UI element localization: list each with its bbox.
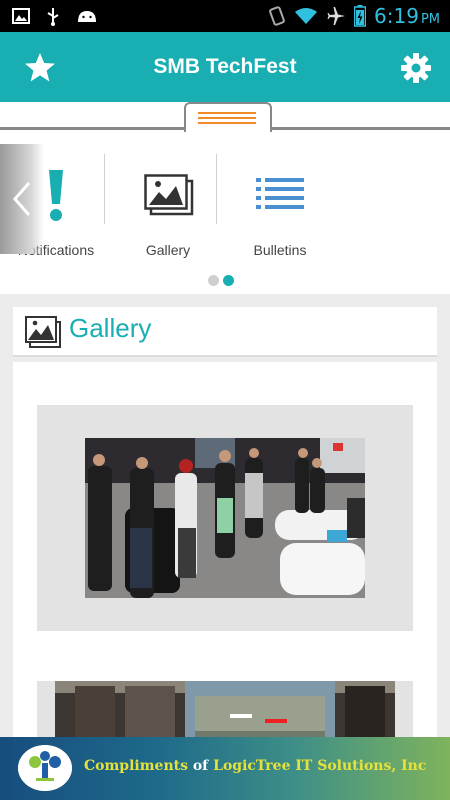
app-bar: SMB TechFest (0, 32, 450, 102)
chevron-left-icon (13, 182, 31, 216)
sponsor-text-compliments: Compliments (84, 758, 188, 774)
clock: 6:19 PM (374, 4, 440, 28)
gallery-photo[interactable] (55, 681, 395, 740)
sponsor-banner[interactable]: Compliments of LogicTree IT Solutions, I… (0, 737, 450, 800)
carousel-prev-button[interactable] (0, 144, 44, 254)
exclamation-icon (49, 170, 63, 221)
image-icon (12, 8, 30, 24)
star-icon[interactable] (24, 52, 56, 84)
clock-time: 6:19 (374, 4, 419, 28)
event-photo (85, 438, 365, 598)
page-indicator (208, 275, 234, 286)
drawer-handle[interactable] (184, 102, 272, 132)
list-icon (256, 178, 304, 209)
carousel-item-bulletins[interactable]: Bulletins (224, 132, 336, 272)
airplane-icon (327, 7, 346, 25)
separator (216, 154, 217, 224)
gallery-photo[interactable] (85, 438, 365, 598)
status-bar: 6:19 PM (0, 0, 450, 32)
page-dot-active[interactable] (223, 275, 234, 286)
sponsor-text-of: of (192, 758, 209, 774)
section-title: Gallery (69, 313, 152, 343)
usb-icon (47, 8, 59, 26)
carousel-item-gallery[interactable]: Gallery (112, 132, 224, 272)
gear-icon[interactable] (400, 52, 432, 84)
handle-line (198, 112, 256, 114)
gallery-icon (25, 316, 61, 348)
page-dot[interactable] (208, 275, 219, 286)
battery-charging-icon (354, 5, 367, 27)
handle-line (198, 117, 256, 119)
wifi-icon (295, 8, 318, 24)
gallery-item[interactable] (37, 681, 413, 740)
drawer-handle-strip (0, 102, 450, 132)
venue-photo (55, 681, 395, 740)
gallery-icon (144, 174, 194, 216)
logictree-logo (18, 745, 72, 791)
sponsor-text: Compliments of LogicTree IT Solutions, I… (84, 758, 426, 774)
gallery-header: Gallery (13, 307, 437, 357)
separator (104, 154, 105, 224)
clock-ampm: PM (420, 12, 440, 27)
feature-carousel: Notifications Gallery Bulletins (0, 132, 450, 294)
gallery-item[interactable] (37, 405, 413, 631)
vibrate-icon (269, 6, 285, 26)
android-icon (78, 11, 96, 22)
carousel-item-label: Bulletins (253, 242, 307, 258)
sponsor-text-company: LogicTree IT Solutions, Inc (213, 758, 427, 774)
handle-line (198, 122, 256, 124)
carousel-item-label: Gallery (145, 242, 191, 258)
app-title: SMB TechFest (153, 55, 297, 78)
gallery-list (13, 362, 437, 740)
